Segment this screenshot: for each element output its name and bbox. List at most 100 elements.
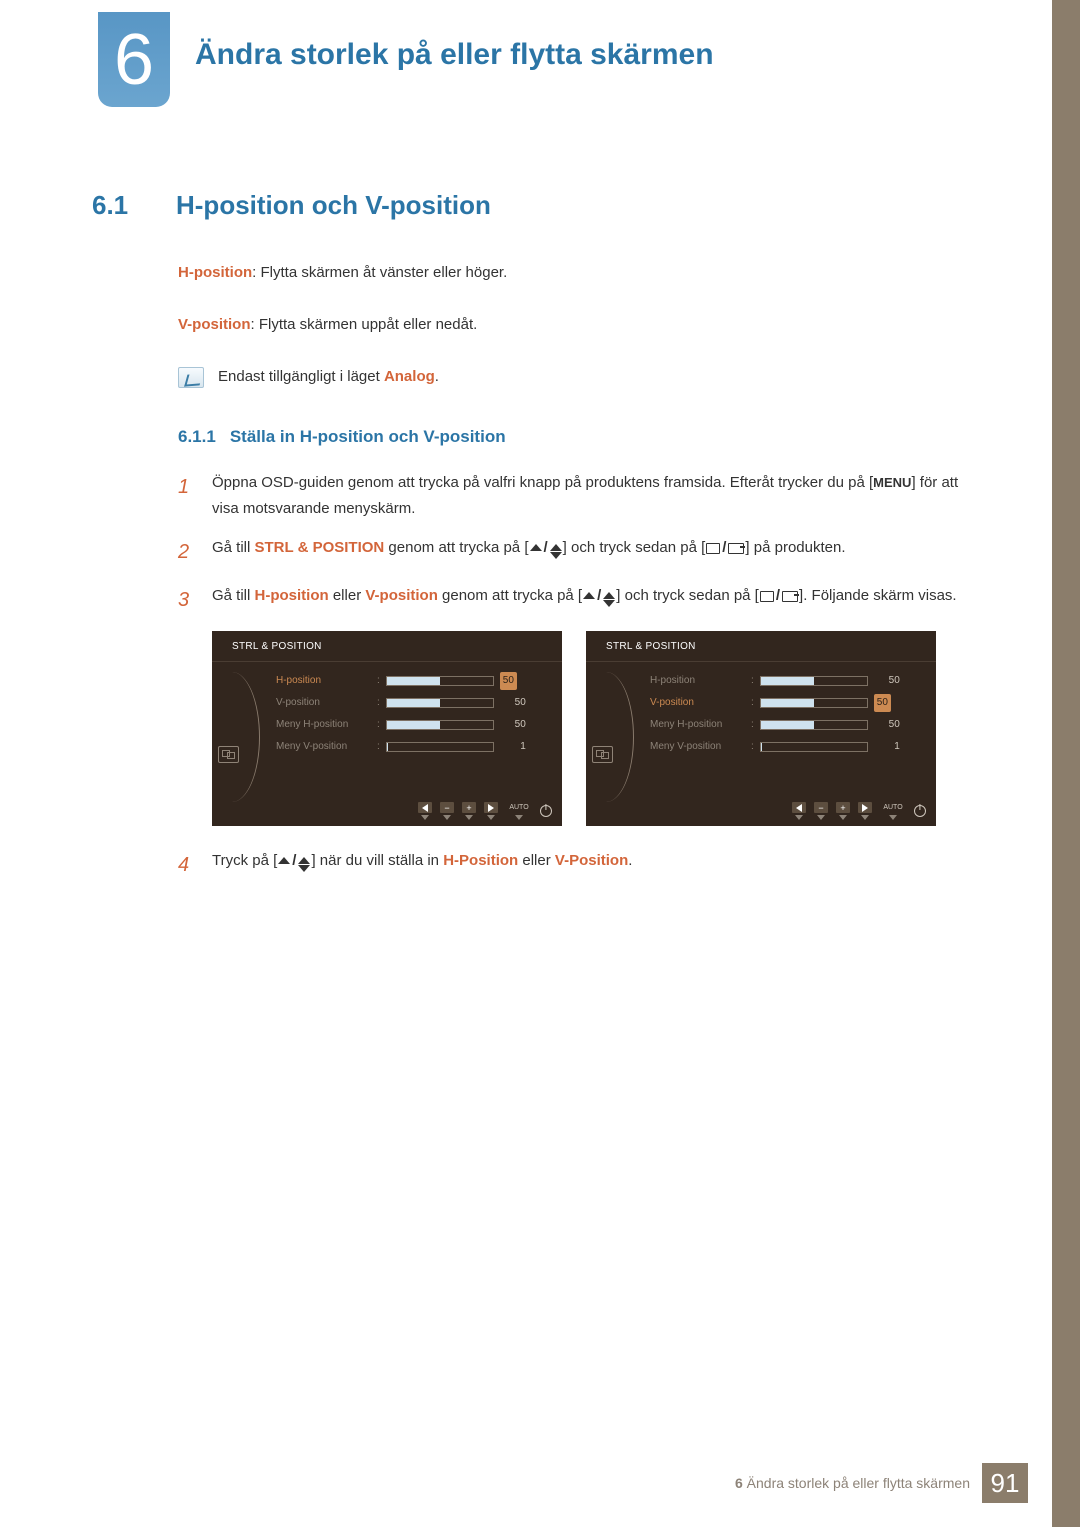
subsection-title: Ställa in H-position och V-position xyxy=(230,423,506,450)
footer-text: 6 Ändra storlek på eller flytta skärmen xyxy=(735,1475,982,1491)
osd-position-icon xyxy=(218,746,239,763)
osd-item: Meny V-position: 1 xyxy=(276,736,552,758)
osd-item-value: 1 xyxy=(874,739,900,755)
osd-item: Meny V-position: 1 xyxy=(650,736,926,758)
enter-icon-2 xyxy=(760,591,774,602)
osd-slider xyxy=(386,720,494,730)
note-pre: Endast tillgängligt i läget xyxy=(218,368,384,385)
step-2: 2 Gå till STRL & POSITION genom att tryc… xyxy=(178,535,980,569)
subsection-heading: 6.1.1 Ställa in H-position och V-positio… xyxy=(178,423,980,450)
osd-back-button xyxy=(418,802,432,820)
osd-auto-button-2: AUTO xyxy=(880,802,906,820)
osd-power-icon-2 xyxy=(914,805,926,817)
osd-colon: : xyxy=(751,695,754,711)
slash-icon: / xyxy=(544,535,548,561)
s3-h: H-position xyxy=(255,587,329,604)
osd-slider xyxy=(760,698,868,708)
note-post: . xyxy=(435,368,439,385)
s4-mid: ] när du vill ställa in xyxy=(311,852,443,869)
slash-icon-5: / xyxy=(292,848,296,874)
v-label: V-position xyxy=(178,316,251,333)
section-title: H-position och V-position xyxy=(176,190,491,221)
s4-post: . xyxy=(628,852,632,869)
v-text: : Flytta skärmen uppåt eller nedåt. xyxy=(251,316,478,333)
osd-colon: : xyxy=(751,717,754,733)
osd-item: H-position:50 xyxy=(276,670,552,692)
osd-colon: : xyxy=(751,739,754,755)
source-icon-2 xyxy=(782,591,798,602)
subsection-number: 6.1.1 xyxy=(178,423,216,450)
slash-icon-4: / xyxy=(776,583,780,609)
s2-mid2: ] och tryck sedan på [ xyxy=(563,539,706,556)
osd-title-left: STRL & POSITION xyxy=(212,631,562,662)
osd-item: V-position: 50 xyxy=(650,692,926,714)
osd-item-label: H-position xyxy=(650,673,745,689)
step-num-3: 3 xyxy=(178,583,194,617)
s3-post: ]. Följande skärm visas. xyxy=(799,587,957,604)
osd-slider xyxy=(760,720,868,730)
s4-pre: Tryck på [ xyxy=(212,852,277,869)
s1-menu: MENU xyxy=(873,475,911,490)
osd-item-value: 50 xyxy=(500,672,517,690)
osd-item-value: 50 xyxy=(874,694,891,712)
side-stripe xyxy=(1052,0,1080,1527)
chapter-number: 6 xyxy=(114,24,154,96)
osd-item: V-position:50 xyxy=(276,692,552,714)
osd-item-value: 50 xyxy=(874,717,900,733)
s4-v: V-Position xyxy=(555,852,628,869)
osd-title-right: STRL & POSITION xyxy=(586,631,936,662)
osd-play-button xyxy=(484,802,498,820)
osd-plus-button-2: + xyxy=(836,802,850,820)
s2-mid: genom att trycka på [ xyxy=(384,539,528,556)
osd-item-label: Meny V-position xyxy=(276,739,371,755)
h-label: H-position xyxy=(178,264,252,281)
osd-item-label: V-position xyxy=(650,695,745,711)
osd-item: H-position:50 xyxy=(650,670,926,692)
osd-items-right: H-position:50V-position:50Meny H-positio… xyxy=(650,670,926,758)
osd-back-button-2 xyxy=(792,802,806,820)
s3-v: V-position xyxy=(365,587,438,604)
v-description: V-position: Flytta skärmen uppåt eller n… xyxy=(178,313,980,337)
section-number: 6.1 xyxy=(92,190,160,221)
osd-panel-left: STRL & POSITION H-position:50V-position:… xyxy=(212,631,562,826)
osd-power-icon xyxy=(540,805,552,817)
osd-item: Meny H-position: 50 xyxy=(276,714,552,736)
osd-auto-button: AUTO xyxy=(506,802,532,820)
step-1: 1 Öppna OSD-guiden genom att trycka på v… xyxy=(178,470,980,521)
osd-item-label: Meny H-position xyxy=(650,717,745,733)
slash-icon-2: / xyxy=(722,535,726,561)
osd-colon: : xyxy=(377,739,380,755)
footer-title: Ändra storlek på eller flytta skärmen xyxy=(747,1475,970,1491)
steps-list: 1 Öppna OSD-guiden genom att trycka på v… xyxy=(178,470,980,617)
s2-post: ] på produkten. xyxy=(745,539,845,556)
osd-items-left: H-position:50V-position:50Meny H-positio… xyxy=(276,670,552,758)
note-mode: Analog xyxy=(384,368,435,385)
osd-curve-left xyxy=(230,672,260,802)
slash-icon-3: / xyxy=(597,583,601,609)
osd-item-value: 50 xyxy=(500,717,526,733)
section-heading: 6.1 H-position och V-position xyxy=(92,190,980,221)
s2-pre: Gå till xyxy=(212,539,255,556)
osd-item-label: Meny V-position xyxy=(650,739,745,755)
osd-slider xyxy=(760,742,868,752)
osd-item-value: 1 xyxy=(500,739,526,755)
osd-slider xyxy=(386,676,494,686)
step-num-2: 2 xyxy=(178,535,194,569)
step-num-4: 4 xyxy=(178,848,194,882)
osd-item: Meny H-position: 50 xyxy=(650,714,926,736)
osd-colon: : xyxy=(377,717,380,733)
osd-plus-button: + xyxy=(462,802,476,820)
note-row: Endast tillgängligt i läget Analog. xyxy=(178,365,980,389)
osd-position-icon-2 xyxy=(592,746,613,763)
step-4: 4 Tryck på [/] när du vill ställa in H-P… xyxy=(178,848,980,882)
s4-or: eller xyxy=(518,852,555,869)
osd-bottom-left: − + AUTO xyxy=(212,798,562,826)
s1-pre: Öppna OSD-guiden genom att trycka på val… xyxy=(212,474,873,491)
osd-item-label: Meny H-position xyxy=(276,717,371,733)
chapter-tab: 6 xyxy=(98,12,170,107)
osd-row: STRL & POSITION H-position:50V-position:… xyxy=(212,631,980,826)
osd-colon: : xyxy=(377,673,380,689)
step-num-1: 1 xyxy=(178,470,194,521)
s3-mid2: ] och tryck sedan på [ xyxy=(616,587,759,604)
osd-item-value: 50 xyxy=(500,695,526,711)
